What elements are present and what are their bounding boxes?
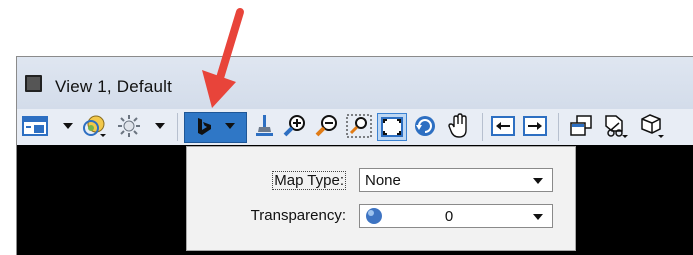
toolbar-separator <box>177 113 178 141</box>
window-title: View 1, Default <box>55 77 173 96</box>
zoom-in-button[interactable] <box>281 113 309 139</box>
fit-view-icon <box>381 117 403 137</box>
sun-icon <box>118 115 140 137</box>
lighting-dropdown[interactable] <box>153 113 167 139</box>
window-area-button[interactable] <box>345 113 373 139</box>
transparency-value: 0 <box>444 208 454 225</box>
chevron-down-icon <box>225 123 235 129</box>
bing-maps-button[interactable] <box>184 112 247 143</box>
bing-icon <box>198 118 211 135</box>
fit-view-button[interactable] <box>377 113 407 141</box>
clip-volume-button[interactable] <box>601 113 631 139</box>
box-button[interactable] <box>637 113 667 139</box>
view-attributes-dropdown[interactable] <box>61 113 75 139</box>
window-area-icon <box>346 114 372 138</box>
rotate-view-button[interactable] <box>411 113 439 139</box>
chevron-down-icon <box>63 123 73 129</box>
brush-icon <box>256 115 273 136</box>
title-bar[interactable]: View 1, Default <box>17 57 693 109</box>
display-style-button[interactable] <box>81 113 109 139</box>
chevron-down-icon <box>533 178 543 184</box>
view-previous-icon <box>491 116 515 136</box>
display-style-icon <box>83 115 106 137</box>
zoom-out-icon <box>315 115 337 137</box>
transparency-select[interactable]: 0 <box>359 204 553 228</box>
view-next-button[interactable] <box>521 113 549 139</box>
toolbar-separator <box>558 113 559 141</box>
toolbar-separator <box>482 113 483 141</box>
view-attributes-button[interactable] <box>21 113 49 139</box>
view-previous-button[interactable] <box>489 113 517 139</box>
brush-button[interactable] <box>251 113 277 139</box>
map-type-label: Map Type: <box>272 171 346 190</box>
clip-volume-icon <box>605 115 628 138</box>
copy-view-icon <box>570 115 592 136</box>
lighting-button[interactable] <box>115 113 143 139</box>
map-type-select[interactable]: None <box>359 168 553 192</box>
bing-maps-popup: Map Type: None Transparency: 0 <box>186 146 576 251</box>
view-toolbar <box>17 109 693 145</box>
box-icon <box>641 114 664 138</box>
rotate-view-icon <box>415 116 435 136</box>
zoom-in-icon <box>283 115 305 137</box>
copy-view-button[interactable] <box>567 113 595 139</box>
hand-icon <box>448 113 467 138</box>
view-attributes-icon <box>22 116 48 136</box>
chevron-down-icon <box>533 214 543 220</box>
zoom-out-button[interactable] <box>313 113 341 139</box>
transparency-label: Transparency: <box>250 207 346 224</box>
window-icon <box>25 75 42 92</box>
view-next-icon <box>523 116 547 136</box>
pan-view-button[interactable] <box>445 113 473 139</box>
map-type-value: None <box>365 172 401 189</box>
chevron-down-icon <box>155 123 165 129</box>
